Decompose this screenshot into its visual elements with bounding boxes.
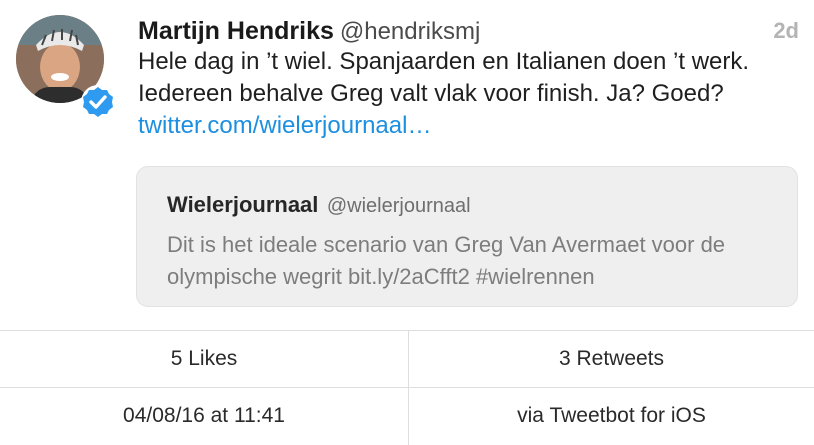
likes-count[interactable]: 5 Likes [0,331,408,387]
tweet-body: Hele dag in ’t wiel. Spanjaarden en Ital… [138,48,750,107]
quoted-tweet[interactable]: Wielerjournaal @wielerjournaal Dit is he… [136,166,798,307]
tweet-header: Martijn Hendriks @hendriksmj [138,14,480,48]
quoted-text: Dit is het ideale scenario van Greg Van … [167,232,726,289]
retweets-count[interactable]: 3 Retweets [409,331,814,387]
tweet-date: 04/08/16 at 11:41 [123,404,285,427]
tweet-source: via Tweetbot for iOS [517,404,706,427]
quoted-author-name: Wielerjournaal [167,192,319,217]
stats-divider-horizontal [0,387,814,388]
verified-badge-icon [81,85,115,119]
tweet-text: Hele dag in ’t wiel. Spanjaarden en Ital… [138,46,798,142]
stats-divider-vertical [408,331,409,445]
tweet-time: 2d [773,18,799,43]
quoted-author-handle: @wielerjournaal [326,195,471,217]
tweet-card: Martijn Hendriks @hendriksmj 2d Hele dag … [0,0,814,330]
tweet-stats: 5 Likes 3 Retweets 04/08/16 at 11:41 via… [0,330,814,445]
author-handle[interactable]: @hendriksmj [340,18,480,45]
quoted-header: Wielerjournaal @wielerjournaal [167,191,471,222]
author-name[interactable]: Martijn Hendriks [138,17,334,45]
tweet-link[interactable]: twitter.com/wielerjournaal… [138,112,431,139]
